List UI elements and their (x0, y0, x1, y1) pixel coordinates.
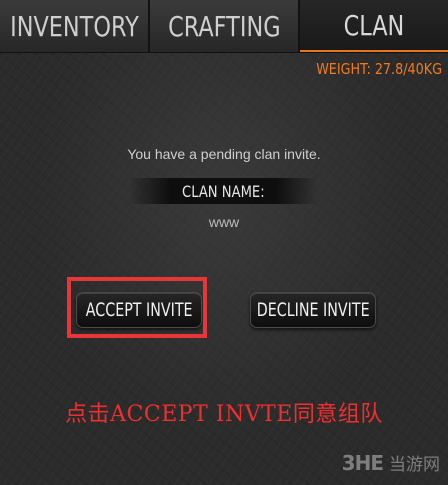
tab-bar: INVENTORY CRAFTING CLAN (0, 0, 448, 53)
watermark-text: 当游网 (389, 455, 440, 475)
clan-name-label: CLAN NAME: (181, 181, 265, 201)
clan-name-header: CLAN NAME: (128, 178, 318, 204)
tab-clan-label: CLAN (343, 8, 405, 42)
tab-clan[interactable]: CLAN (300, 0, 448, 52)
tab-inventory-label: INVENTORY (9, 9, 139, 43)
annotation-caption: 点击ACCEPT INVTE同意组队 (65, 402, 383, 427)
pending-invite-message: You have a pending clan invite. (127, 146, 321, 162)
tab-crafting[interactable]: CRAFTING (150, 0, 300, 52)
watermark-logo: 3HE (341, 450, 384, 475)
decline-invite-button[interactable]: DECLINE INVITE (250, 292, 376, 328)
decline-invite-label: DECLINE INVITE (256, 299, 370, 321)
weight-indicator: WEIGHT: 27.8/40KG (316, 60, 442, 78)
clan-name-value: www (208, 214, 240, 230)
tab-crafting-label: CRAFTING (167, 9, 281, 43)
site-watermark: 3HE 当游网 (341, 450, 440, 476)
clan-panel: INVENTORY CRAFTING CLAN WEIGHT: 27.8/40K… (0, 0, 448, 485)
accept-invite-button[interactable]: ACCEPT INVITE (76, 292, 202, 328)
accept-invite-label: ACCEPT INVITE (85, 299, 193, 321)
tab-inventory[interactable]: INVENTORY (0, 0, 150, 52)
